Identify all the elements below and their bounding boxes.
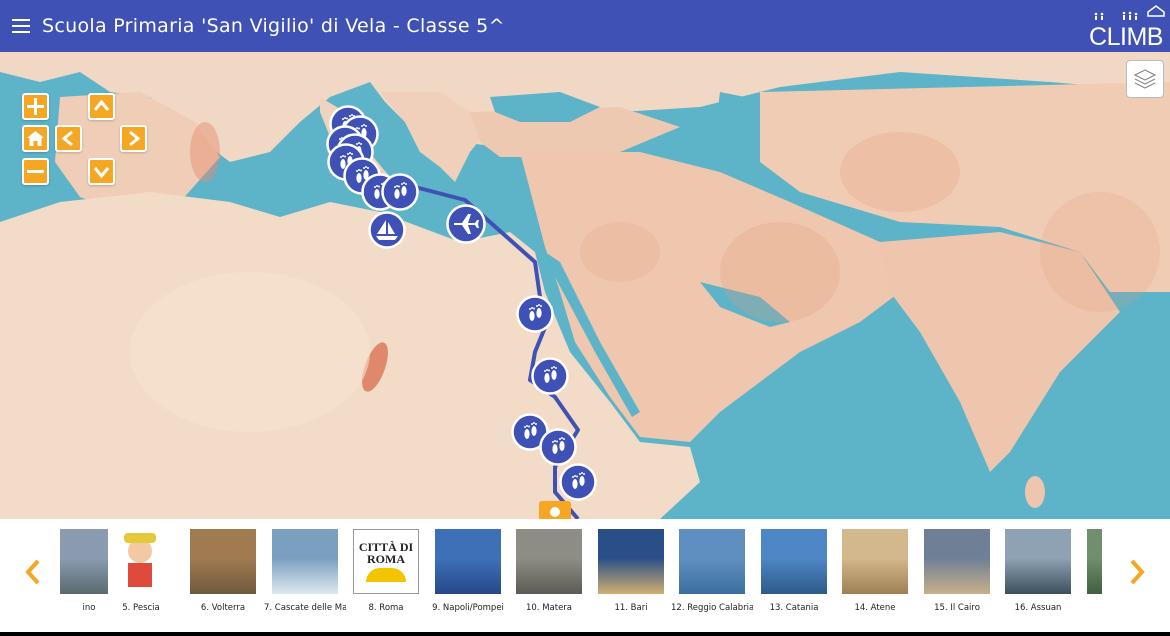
person-icon — [539, 501, 571, 519]
stage-caption: 7. Cascate delle Ma... — [264, 603, 346, 613]
svg-text:CLIMB: CLIMB — [1089, 23, 1163, 48]
strip-prev-button[interactable] — [18, 557, 48, 587]
footprints-icon — [531, 357, 569, 395]
stage-thumbnails: ino 5. Pescia 6. Volterra 7. Cascate delle … — [60, 529, 1102, 624]
stage-thumbnail[interactable]: 13. Catania — [753, 529, 835, 613]
home-icon — [27, 131, 44, 146]
stage-thumbnail[interactable]: 16. Assuan — [997, 529, 1079, 613]
stage-image — [679, 529, 745, 594]
stage-caption: 12. Reggio Calabria — [671, 603, 753, 613]
stage-thumbnail[interactable]: 9. Napoli/Pompei — [427, 529, 509, 613]
stage-thumbnail[interactable]: 7. Cascate delle Ma... — [264, 529, 346, 613]
footprints-icon — [559, 463, 597, 501]
arrow-up-icon — [93, 99, 110, 111]
stage-image — [761, 529, 827, 594]
arrow-left-icon — [61, 130, 73, 147]
stage-image — [272, 529, 338, 594]
stage-thumbnail[interactable]: 6. Volterra — [182, 529, 264, 613]
airplane-marker[interactable] — [446, 204, 486, 249]
boat-marker[interactable] — [368, 211, 406, 254]
stage-thumbnail[interactable]: 15. Il Cairo — [916, 529, 998, 613]
stage-image — [1005, 529, 1071, 594]
footprints-icon — [539, 428, 577, 466]
pan-up-button[interactable] — [88, 93, 115, 120]
stage-caption: 17 — [1079, 603, 1102, 613]
map-view[interactable] — [0, 52, 1170, 519]
stage-caption: 10. Matera — [525, 603, 573, 613]
stage-caption: 15. Il Cairo — [934, 603, 980, 613]
hamburger-menu-icon — [12, 19, 30, 33]
menu-button[interactable] — [1, 0, 41, 52]
bottom-bar — [0, 632, 1170, 636]
footprints-marker[interactable] — [559, 463, 597, 506]
minus-icon — [27, 170, 44, 173]
stage-thumbnail[interactable]: 11. Bari — [590, 529, 672, 613]
pan-down-button[interactable] — [88, 158, 115, 185]
boat-icon — [368, 211, 406, 249]
stage-caption: 16. Assuan — [1014, 603, 1062, 613]
stage-thumbnail[interactable]: 17 — [1079, 529, 1102, 613]
stage-caption: 13. Catania — [769, 603, 819, 613]
home-button[interactable] — [22, 125, 49, 152]
stage-thumbnail[interactable]: 14. Atene — [834, 529, 916, 613]
stage-image — [924, 529, 990, 594]
chevron-right-icon — [1130, 559, 1145, 585]
stage-caption: 5. Pescia — [122, 603, 160, 613]
zoom-out-button[interactable] — [22, 158, 49, 185]
stage-strip: ino 5. Pescia 6. Volterra 7. Cascate delle … — [0, 519, 1170, 632]
zoom-in-button[interactable] — [22, 93, 49, 120]
stage-caption: 14. Atene — [854, 603, 896, 613]
plus-icon — [27, 98, 44, 115]
stage-thumbnail[interactable]: CITTÀ DI ROMA 8. Roma — [345, 529, 427, 613]
map-background — [0, 52, 1170, 519]
stage-thumbnail[interactable]: 12. Reggio Calabria — [671, 529, 753, 613]
stage-image — [598, 529, 664, 594]
chevron-left-icon — [25, 559, 40, 585]
footprints-marker[interactable] — [531, 357, 569, 400]
footprints-marker[interactable] — [516, 295, 554, 338]
stage-thumbnail[interactable]: 5. Pescia — [100, 529, 182, 613]
footprints-icon — [381, 173, 419, 211]
pan-left-button[interactable] — [55, 125, 82, 152]
stage-caption: 6. Volterra — [200, 603, 246, 613]
stage-image — [435, 529, 501, 594]
page-title: Scuola Primaria 'San Vigilio' di Vela - … — [42, 15, 505, 37]
stage-image — [516, 529, 582, 594]
arrow-right-icon — [129, 130, 141, 147]
stage-caption: 9. Napoli/Pompei — [432, 603, 504, 613]
pan-right-button[interactable] — [120, 125, 147, 152]
footprints-marker[interactable] — [381, 173, 419, 216]
stage-image — [1087, 529, 1102, 594]
arrow-down-icon — [93, 167, 110, 179]
footprints-icon — [516, 295, 554, 333]
airplane-icon — [446, 204, 486, 244]
layers-button[interactable] — [1126, 60, 1164, 98]
stage-image: CITTÀ DI ROMA — [353, 529, 419, 594]
layers-icon — [1133, 69, 1157, 89]
stage-image — [108, 529, 174, 594]
stage-image — [190, 529, 256, 594]
stage-image — [842, 529, 908, 594]
current-position-marker[interactable] — [539, 501, 571, 519]
climb-logo: CLIMB — [1086, 4, 1166, 51]
stage-caption: 11. Bari — [614, 603, 648, 613]
stage-thumbnail[interactable]: 10. Matera — [508, 529, 590, 613]
stage-image-text: CITTÀ DI ROMA — [358, 540, 414, 566]
app-header: Scuola Primaria 'San Vigilio' di Vela - … — [0, 0, 1170, 52]
stage-caption: 8. Roma — [368, 603, 404, 613]
strip-next-button[interactable] — [1122, 557, 1152, 587]
